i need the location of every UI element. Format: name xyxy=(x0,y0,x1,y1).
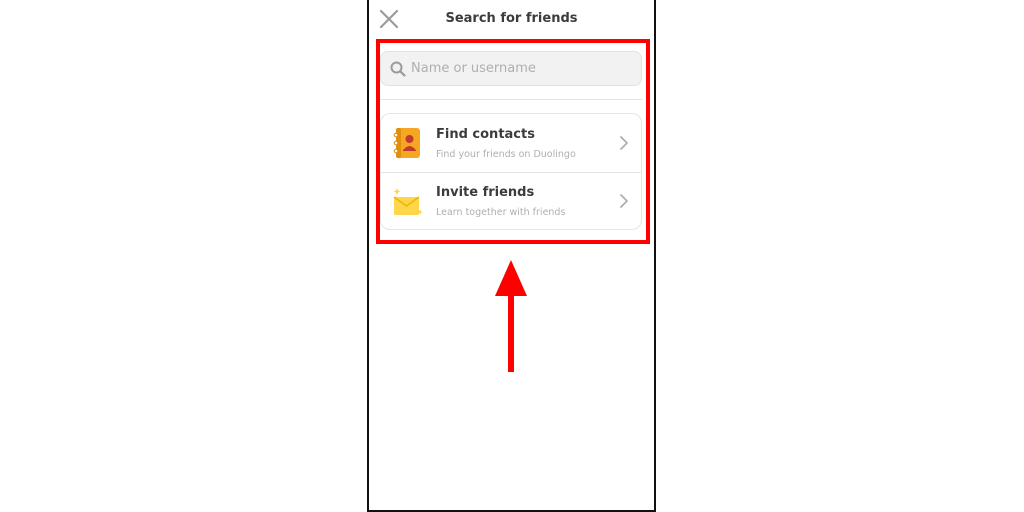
arrow-up-icon xyxy=(495,260,527,372)
header: Search for friends xyxy=(369,0,654,38)
phone-screen: Search for friends Find contacts Find yo… xyxy=(367,0,656,512)
page-title: Search for friends xyxy=(445,11,578,26)
highlight-box xyxy=(376,39,650,244)
